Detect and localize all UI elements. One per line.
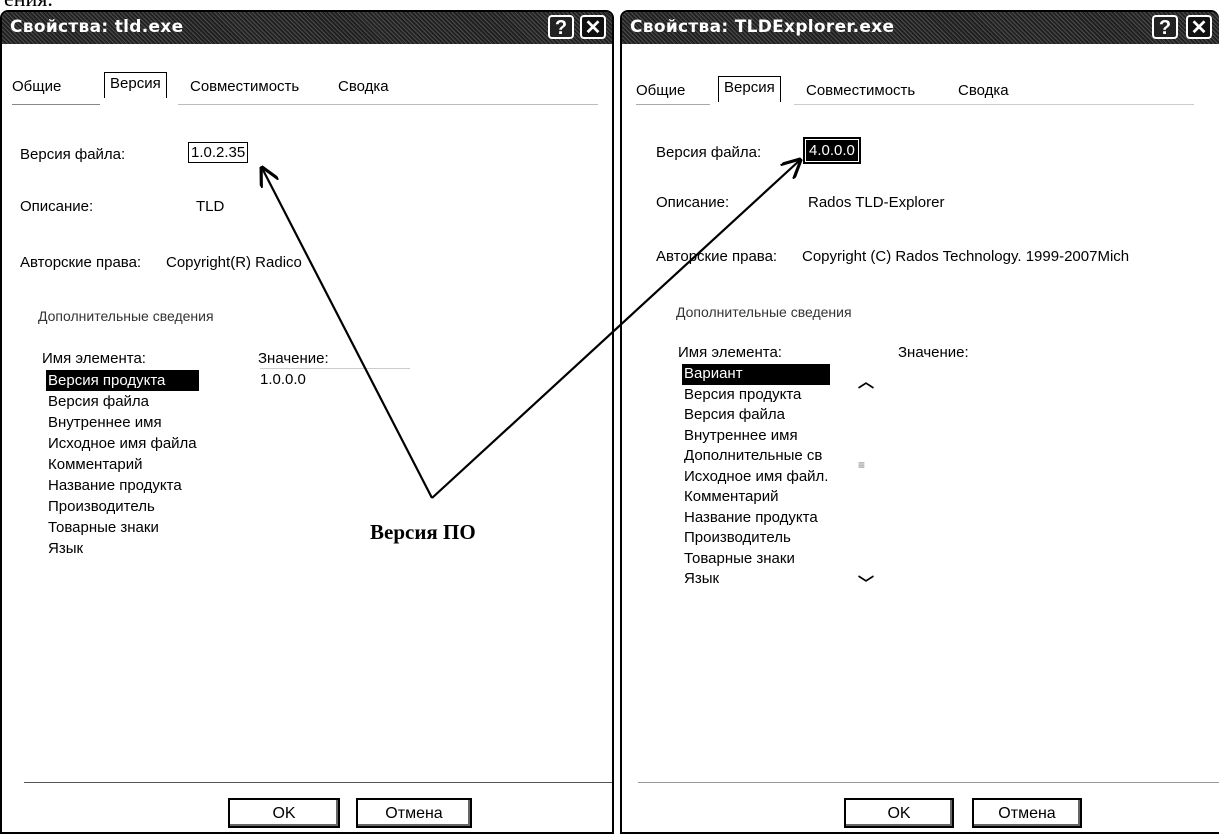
scroll-up-icon[interactable]: ︿	[858, 368, 874, 392]
scroll-down-icon[interactable]: ﹀	[858, 570, 874, 594]
list-item[interactable]: Производитель	[682, 528, 830, 549]
list-item[interactable]: Язык	[46, 538, 199, 559]
list-item[interactable]: Вариант	[682, 364, 831, 385]
list-item[interactable]: Версия файла	[682, 405, 830, 426]
help-button[interactable]: ?	[1152, 15, 1178, 39]
tab-underline	[178, 104, 598, 105]
file-version-value[interactable]: 4.0.0.0	[803, 137, 861, 164]
annotation-label: Версия ПО	[370, 520, 476, 544]
copyright-value[interactable]: Copyright(R) Radico	[166, 254, 302, 271]
file-version-label: Версия файла:	[656, 144, 762, 161]
file-version-value[interactable]: 1.0.2.35	[188, 142, 249, 163]
list-item[interactable]: Версия файла	[46, 391, 199, 412]
window-title: Свойства: tld.exe	[10, 17, 184, 37]
tab-underline	[12, 104, 100, 105]
ok-button[interactable]: OK	[228, 798, 340, 828]
tab-compatibility[interactable]: Совместимость	[190, 78, 299, 95]
description-value[interactable]: Rados TLD-Explorer	[808, 194, 944, 211]
tab-compatibility[interactable]: Совместимость	[806, 82, 915, 99]
column-header-name[interactable]: Имя элемента:	[678, 344, 782, 361]
item-name-list[interactable]: Версия продукта Версия файла Внутреннее им…	[46, 370, 199, 559]
description-label: Описание:	[656, 194, 730, 211]
title-bar[interactable]: Свойства: TLDExplorer.exe ? ✕	[622, 12, 1219, 44]
tab-summary[interactable]: Сводка	[958, 82, 1009, 99]
header-divider	[260, 368, 410, 369]
list-item[interactable]: Название продукта	[46, 475, 199, 496]
list-item[interactable]: Комментарий	[682, 487, 830, 508]
tab-summary[interactable]: Сводка	[338, 78, 389, 95]
list-item[interactable]: Исходное имя файла	[46, 433, 199, 454]
group-label: Дополнительные сведения	[38, 308, 214, 324]
file-version-label: Версия файла:	[20, 146, 126, 163]
list-item[interactable]: Производитель	[46, 496, 199, 517]
list-item[interactable]: Внутреннее имя	[46, 412, 199, 433]
group-label: Дополнительные сведения	[676, 304, 852, 320]
tab-general[interactable]: Общие	[12, 78, 61, 95]
tab-underline	[794, 104, 1194, 105]
column-header-value[interactable]: Значение:	[898, 344, 969, 361]
list-item[interactable]: Версия продукта	[682, 385, 830, 406]
description-label: Описание:	[20, 198, 94, 215]
bottom-divider	[638, 782, 1219, 783]
column-header-name[interactable]: Имя элемента:	[42, 350, 146, 367]
list-item[interactable]: Исходное имя файл.	[682, 467, 830, 488]
close-button[interactable]: ✕	[580, 15, 606, 39]
properties-dialog-tld: Свойства: tld.exe ? ✕ Общие Версия Совме…	[0, 10, 614, 834]
tab-version[interactable]: Версия	[104, 72, 167, 98]
list-item[interactable]: Язык	[682, 569, 830, 590]
list-item[interactable]: Дополнительные св	[682, 446, 830, 467]
list-item[interactable]: Внутреннее имя	[682, 426, 830, 447]
description-value[interactable]: TLD	[196, 198, 224, 215]
cancel-button[interactable]: Отмена	[972, 798, 1082, 828]
title-bar[interactable]: Свойства: tld.exe ? ✕	[2, 12, 612, 44]
copyright-value[interactable]: Copyright (C) Rados Technology. 1999-200…	[802, 248, 1129, 265]
ok-button[interactable]: OK	[844, 798, 954, 828]
list-item[interactable]: Товарные знаки	[682, 549, 830, 570]
column-header-value[interactable]: Значение:	[258, 350, 329, 367]
cancel-button[interactable]: Отмена	[356, 798, 472, 828]
properties-dialog-tldexplorer: Свойства: TLDExplorer.exe ? ✕ Общие Верс…	[620, 10, 1219, 834]
list-item[interactable]: Название продукта	[682, 508, 830, 529]
scroll-thumb-icon[interactable]: ≡	[858, 458, 865, 472]
bottom-divider	[24, 782, 612, 783]
tab-underline	[636, 104, 710, 105]
selected-item-value[interactable]: 1.0.0.0	[260, 371, 306, 388]
close-button[interactable]: ✕	[1186, 15, 1212, 39]
copyright-label: Авторские права:	[656, 248, 778, 265]
item-name-list[interactable]: Вариант Версия продукта Версия файла Внутре…	[682, 364, 831, 590]
list-item[interactable]: Товарные знаки	[46, 517, 199, 538]
window-title: Свойства: TLDExplorer.exe	[630, 17, 895, 37]
tab-version[interactable]: Версия	[718, 76, 781, 102]
list-item[interactable]: Версия продукта	[46, 370, 199, 391]
tab-general[interactable]: Общие	[636, 82, 685, 99]
list-item[interactable]: Комментарий	[46, 454, 199, 475]
help-button[interactable]: ?	[548, 15, 574, 39]
copyright-label: Авторские права:	[20, 254, 142, 271]
